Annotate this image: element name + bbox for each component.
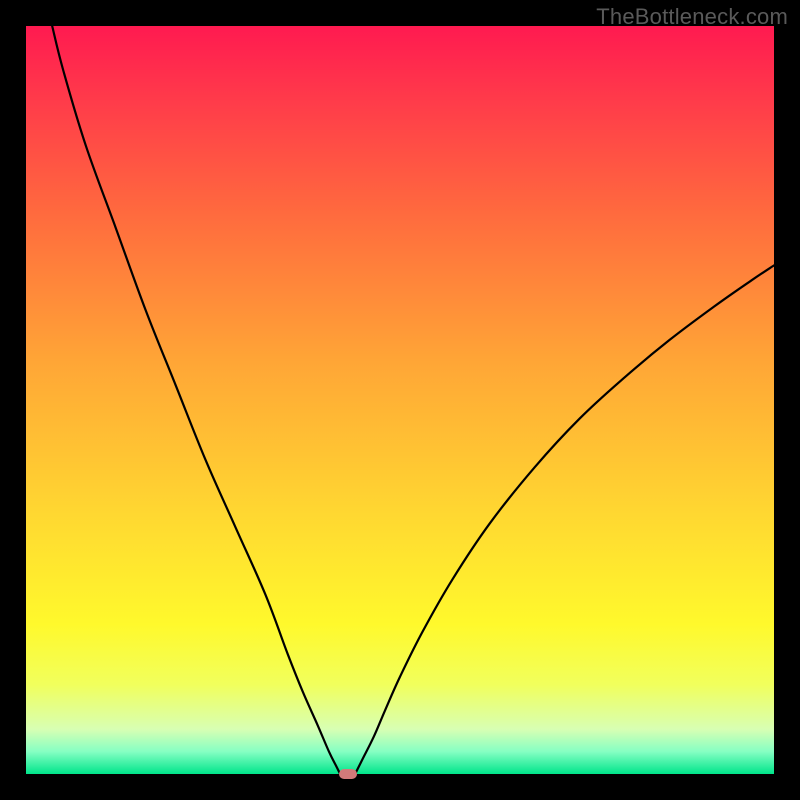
plot-area <box>26 26 774 774</box>
watermark-text: TheBottleneck.com <box>596 4 788 30</box>
curve-right-branch <box>355 265 774 774</box>
minimum-marker <box>339 769 357 779</box>
curve-left-branch <box>52 26 340 774</box>
bottleneck-curve <box>26 26 774 774</box>
